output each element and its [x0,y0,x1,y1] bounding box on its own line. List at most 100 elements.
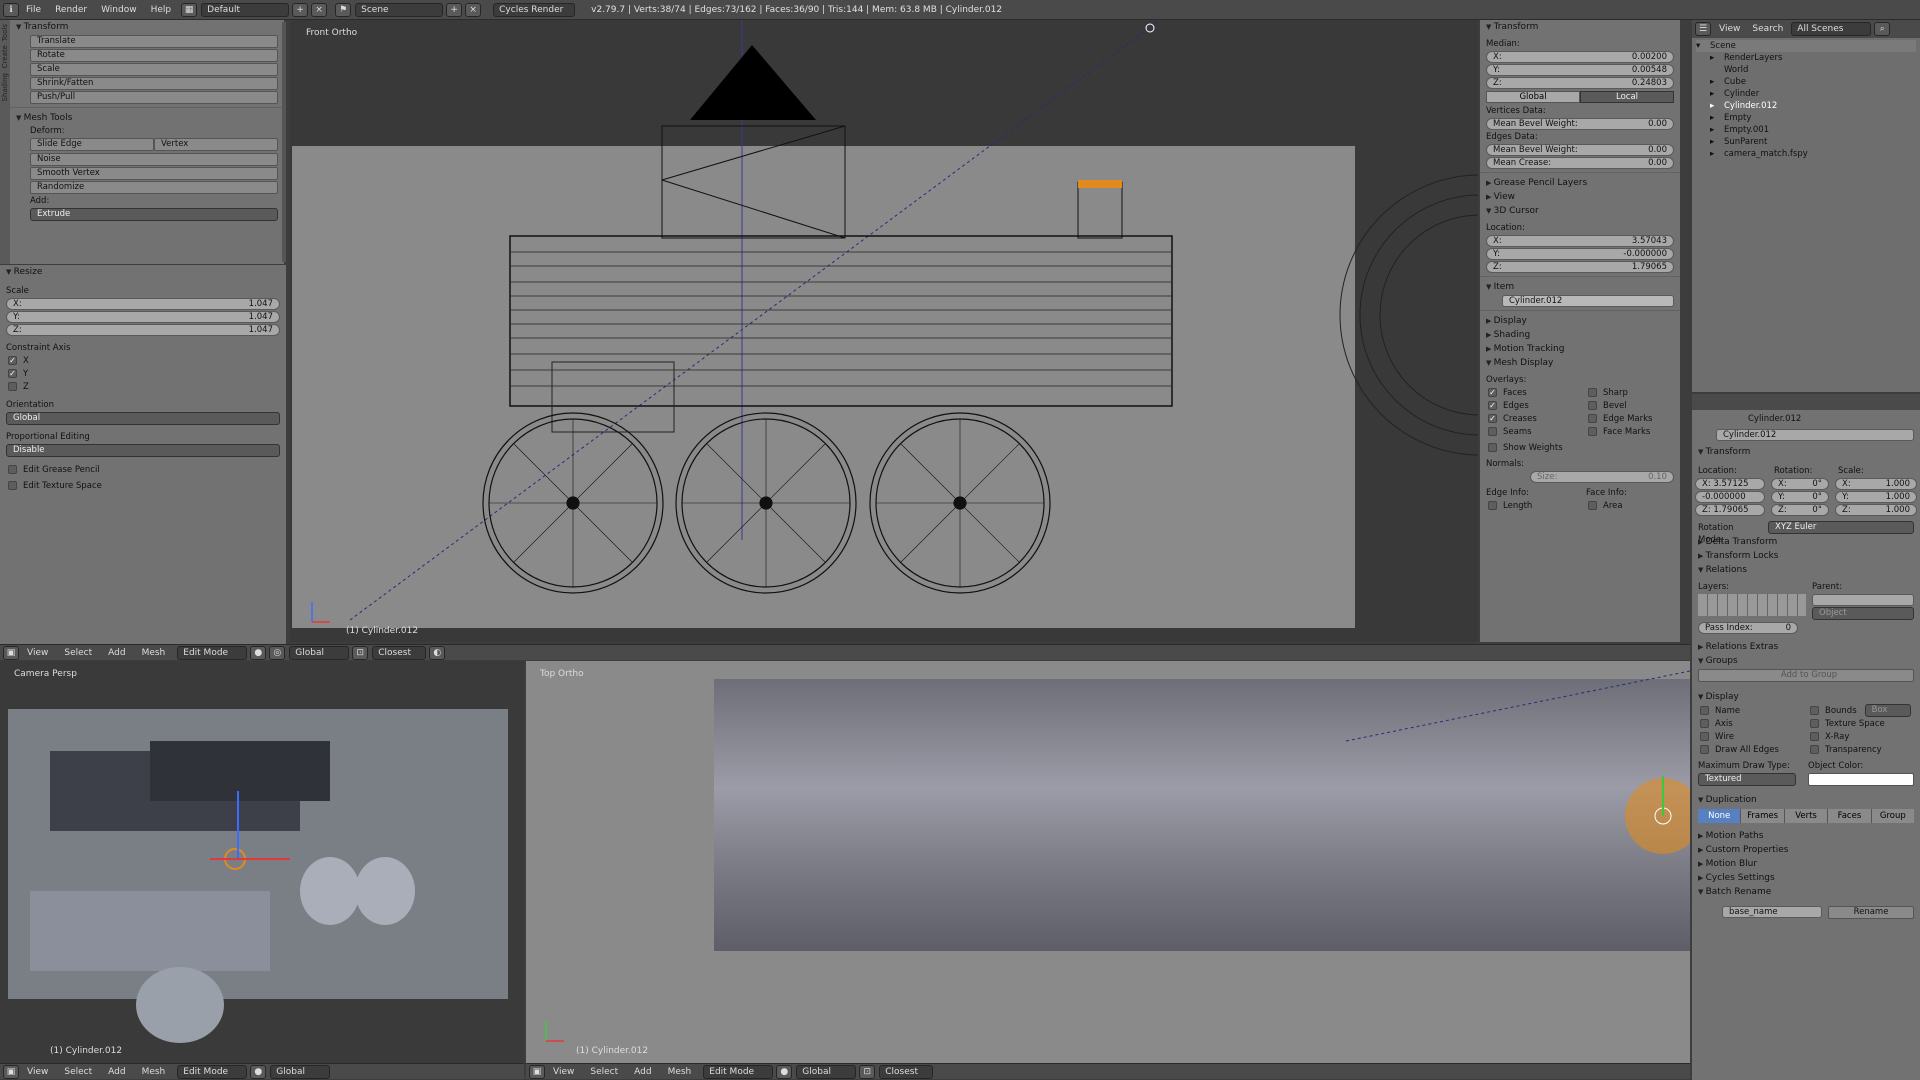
draw-all-edges-checkbox[interactable]: Draw All Edges [1692,743,1802,756]
custom-properties-title[interactable]: Custom Properties [1692,843,1920,857]
proportional-select[interactable]: Disable [6,444,280,457]
noise-button[interactable]: Noise [30,153,278,166]
shading-icon[interactable]: ● [250,645,267,660]
menu-add[interactable]: Add [100,648,133,658]
normal-size-field[interactable]: Size: 0.10 [1530,471,1674,483]
menu-add[interactable]: Add [100,1067,133,1077]
item-title[interactable]: Item [1480,280,1680,294]
snap-icon[interactable]: ⊡ [859,1064,876,1079]
outliner-search-menu[interactable]: Search [1748,24,1787,34]
median-z-field[interactable]: Z: 0.24803 [1486,77,1674,89]
outliner-view-menu[interactable]: View [1711,24,1748,34]
vertex-bevel-weight-field[interactable]: Mean Bevel Weight: 0.00 [1486,118,1674,130]
cursor-x-field[interactable]: X: 3.57043 [1486,235,1674,247]
show-weights-checkbox[interactable]: Show Weights [1480,441,1680,454]
dup-verts-button[interactable]: Verts [1783,809,1828,823]
layers-grid[interactable] [1698,594,1806,616]
outliner-row-cylinder012[interactable]: ▸ Cylinder.012 [1696,100,1916,112]
orientation-select[interactable]: Global [6,412,280,425]
add-scene-icon[interactable]: + [446,2,463,17]
creases-checkbox[interactable]: ✓ Creases [1480,412,1580,425]
xray-checkbox[interactable]: X-Ray [1802,730,1920,743]
translate-button[interactable]: Translate [30,35,278,48]
menu-view[interactable]: View [19,648,56,658]
orientation-select[interactable]: Global [796,1064,857,1079]
info-editor-icon[interactable]: ℹ [3,2,19,17]
smooth-vertex-button[interactable]: Smooth Vertex [30,167,278,180]
menu-file[interactable]: File [19,5,48,15]
remove-scene-icon[interactable]: × [465,2,482,17]
orientation-select[interactable]: Global [270,1064,331,1079]
outliner-row-renderlayers[interactable]: ▸ RenderLayers [1696,52,1916,64]
menu-mesh[interactable]: Mesh [660,1067,700,1077]
outliner-row-empty[interactable]: ▸ Empty [1696,112,1916,124]
outliner-row-empty001[interactable]: ▸ Empty.001 [1696,124,1916,136]
object-name-field[interactable]: Cylinder.012 [1716,429,1914,441]
menu-view[interactable]: View [19,1067,56,1077]
extrude-select[interactable]: Extrude [30,208,278,221]
menu-render[interactable]: Render [48,5,94,15]
motion-paths-title[interactable]: Motion Paths [1692,829,1920,843]
seams-checkbox[interactable]: Seams [1480,425,1580,438]
camera-persp-viewport[interactable]: Camera Persp (1) Cylinder.012 [0,661,524,1063]
cursor-z-field[interactable]: Z: 1.79065 [1486,261,1674,273]
outliner-type-icon[interactable]: ☰ [1695,22,1711,36]
faces-checkbox[interactable]: ✓ Faces [1480,386,1580,399]
delta-transform-title[interactable]: Delta Transform [1692,535,1920,549]
base-name-field[interactable]: base_name [1722,906,1822,918]
menu-view[interactable]: View [545,1067,582,1077]
global-button[interactable]: Global [1486,91,1580,103]
constraint-x-checkbox[interactable]: ✓ X [0,354,286,367]
length-checkbox[interactable]: Length [1480,499,1580,512]
cursor-y-field[interactable]: Y: -0.000000 [1486,248,1674,260]
bevel-checkbox[interactable]: Bevel [1580,399,1680,412]
location-x-field[interactable]: X: 3.57125 [1695,478,1765,490]
relations-title[interactable]: Relations [1692,563,1920,577]
editor-type-icon[interactable]: ▣ [529,1064,545,1079]
mode-select[interactable]: Edit Mode [177,645,248,660]
location-z-field[interactable]: Z: 1.79065 [1695,504,1765,516]
transparency-checkbox[interactable]: Transparency [1802,743,1920,756]
edit-texture-checkbox[interactable]: Edit Texture Space [0,479,286,492]
rotation-y-field[interactable]: Y: 0° [1771,491,1829,503]
outliner-row-cylinder[interactable]: ▸ Cylinder [1696,88,1916,100]
texture-space-checkbox[interactable]: Texture Space [1802,717,1920,730]
parent-field[interactable] [1812,594,1914,606]
front-ortho-viewport[interactable]: Front Ortho (1) Cylinder.012 [290,20,1478,642]
local-button[interactable]: Local [1580,91,1674,103]
pass-index-field[interactable]: Pass Index: 0 [1698,622,1798,634]
scale-x-field[interactable]: X: 1.047 [6,298,280,310]
shrink-fatten-button[interactable]: Shrink/Fatten [30,77,278,90]
pivot-icon[interactable]: ◎ [269,645,286,660]
location-y-field[interactable]: -0.000000 [1695,491,1765,503]
resize-title[interactable]: Resize [0,265,286,279]
grease-pencil-layers-title[interactable]: Grease Pencil Layers [1480,176,1680,190]
dup-none-button[interactable]: None [1698,809,1741,823]
slide-edge-button[interactable]: Slide Edge [30,138,154,151]
menu-select[interactable]: Select [582,1067,626,1077]
rotate-button[interactable]: Rotate [30,49,278,62]
menu-mesh[interactable]: Mesh [134,1067,174,1077]
outliner-row-sunparent[interactable]: ▸ SunParent [1696,136,1916,148]
menu-mesh[interactable]: Mesh [134,648,174,658]
rotation-mode-select[interactable]: XYZ Euler [1768,521,1914,534]
add-to-group-button[interactable]: Add to Group [1698,669,1914,682]
tab-shading[interactable]: Shading [1,73,9,101]
scale-y-field[interactable]: Y: 1.047 [6,311,280,323]
view-title[interactable]: View [1480,190,1680,204]
duplication-title[interactable]: Duplication [1692,793,1920,807]
display-axis-checkbox[interactable]: Axis [1692,717,1802,730]
display-name-checkbox[interactable]: Name [1692,704,1802,717]
edge-bevel-weight-field[interactable]: Mean Bevel Weight: 0.00 [1486,144,1674,156]
menu-select[interactable]: Select [56,1067,100,1077]
mesh-display-title[interactable]: Mesh Display [1480,356,1680,370]
rotation-z-field[interactable]: Z: 0° [1771,504,1829,516]
snap-target-select[interactable]: Closest [372,645,427,660]
edges-checkbox[interactable]: ✓ Edges [1480,399,1580,412]
menu-select[interactable]: Select [56,648,100,658]
top-ortho-viewport[interactable]: Top Ortho (1) Cylinder.012 [526,661,1690,1063]
3d-cursor-title[interactable]: 3D Cursor [1480,204,1680,218]
median-y-field[interactable]: Y: 0.00548 [1486,64,1674,76]
randomize-button[interactable]: Randomize [30,181,278,194]
menu-window[interactable]: Window [94,5,144,15]
